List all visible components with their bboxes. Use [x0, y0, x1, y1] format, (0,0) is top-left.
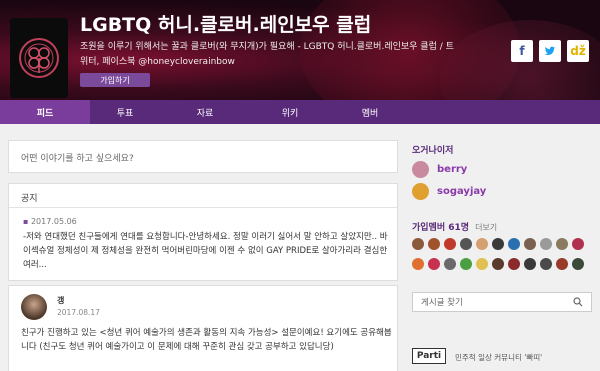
member-avatar[interactable] — [444, 238, 456, 250]
organizer-name: berry — [437, 163, 468, 175]
member-avatar[interactable] — [572, 258, 584, 270]
tab-members[interactable]: 멤버 — [330, 100, 410, 124]
member-avatar[interactable] — [412, 258, 424, 270]
member-avatar[interactable] — [492, 238, 504, 250]
post-date: 2017.08.17 — [57, 308, 100, 317]
organizer-berry[interactable]: berry — [412, 160, 467, 178]
member-avatar[interactable] — [428, 258, 440, 270]
member-avatar-grid — [412, 238, 592, 270]
member-avatar[interactable] — [508, 258, 520, 270]
twitter-share-icon[interactable] — [539, 40, 561, 62]
club-title: LGBTQ 허니.클로버.레인보우 클럽 — [80, 14, 372, 36]
avatar[interactable] — [21, 294, 47, 320]
club-logo — [10, 18, 68, 98]
member-avatar[interactable] — [556, 258, 568, 270]
feed-post: 갱 2017.08.17 친구가 진행하고 있는 <청년 퀴어 예술가의 생존과… — [8, 285, 398, 371]
parti-logo[interactable]: Parti — [412, 348, 446, 364]
member-avatar[interactable] — [524, 258, 536, 270]
tab-feed[interactable]: 피드 — [0, 100, 90, 124]
member-avatar[interactable] — [556, 238, 568, 250]
post-search-input[interactable]: 게시글 찾기 — [412, 292, 592, 312]
member-avatar[interactable] — [540, 238, 552, 250]
members-count: 가입멤버 61명 — [412, 223, 470, 233]
tab-vote[interactable]: 투표 — [90, 100, 160, 124]
member-avatar[interactable] — [428, 238, 440, 250]
search-placeholder: 게시글 찾기 — [421, 298, 463, 308]
avatar — [412, 160, 429, 178]
members-more-link[interactable]: 더보기 — [475, 223, 497, 232]
notice-heading: 공지 — [9, 184, 397, 208]
member-avatar[interactable] — [524, 238, 536, 250]
club-tabs: 피드 투표 자료 위키 멤버 — [0, 100, 600, 124]
member-avatar[interactable] — [508, 238, 520, 250]
tab-files[interactable]: 자료 — [160, 100, 250, 124]
parti-tagline: 민주적 일상 커뮤니티 '빠띠' — [455, 353, 543, 362]
club-logo-icon — [19, 38, 59, 78]
member-avatar[interactable] — [412, 238, 424, 250]
member-avatar[interactable] — [476, 238, 488, 250]
kakaostory-share-icon[interactable]: ǆ — [567, 40, 589, 62]
tab-wiki[interactable]: 위키 — [250, 100, 330, 124]
member-avatar[interactable] — [572, 238, 584, 250]
members-heading: 가입멤버 61명 더보기 — [412, 220, 497, 233]
search-icon[interactable] — [573, 297, 583, 307]
member-avatar[interactable] — [460, 258, 472, 270]
member-avatar[interactable] — [444, 258, 456, 270]
organizer-sogayjay[interactable]: sogayjay — [412, 182, 486, 200]
member-avatar[interactable] — [476, 258, 488, 270]
avatar — [412, 182, 429, 200]
club-description: 조원을 이루기 위해서는 꿀과 클로버(와 무지개)가 필요해 - LGBTQ … — [80, 42, 454, 67]
notice-text[interactable]: -저와 연대했던 친구들에게 연대를 요청합니다-안녕하세요. 정말 이러기 싫… — [23, 230, 393, 272]
member-avatar[interactable] — [492, 258, 504, 270]
post-text[interactable]: 친구가 진행하고 있는 <청년 퀴어 예술가의 생존과 활동의 지속 가능성> … — [21, 326, 393, 354]
member-avatar[interactable] — [540, 258, 552, 270]
notice-date: 2017.05.06 — [23, 217, 77, 226]
notice-card: 공지 2017.05.06 -저와 연대했던 친구들에게 연대를 요청합니다-안… — [8, 183, 398, 281]
organizer-name: sogayjay — [437, 185, 487, 197]
join-button[interactable]: 가입하기 — [80, 73, 150, 87]
facebook-share-icon[interactable]: f — [511, 40, 533, 62]
compose-input[interactable]: 어떤 이야기를 하고 싶으세요? — [8, 140, 398, 173]
post-author[interactable]: 갱 — [57, 295, 64, 306]
organizers-heading: 오거나이저 — [412, 146, 454, 156]
member-avatar[interactable] — [460, 238, 472, 250]
